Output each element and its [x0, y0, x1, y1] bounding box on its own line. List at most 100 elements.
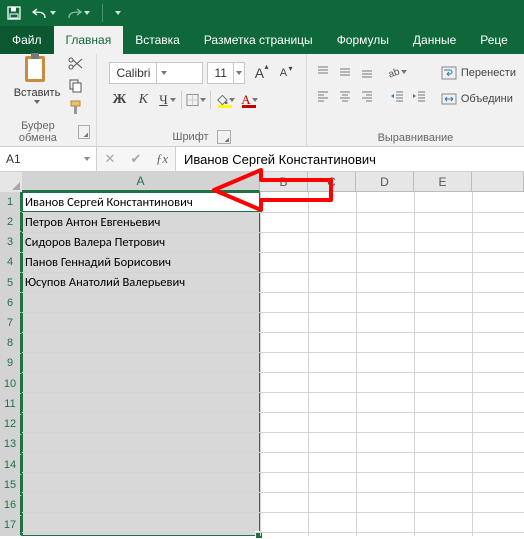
column-header-A[interactable]: A: [22, 172, 260, 192]
align-top-icon: [316, 65, 330, 79]
font-size-combo[interactable]: 11: [207, 62, 245, 84]
chevron-down-icon: [170, 98, 176, 102]
ribbon: Вставить Буфер обмена: [0, 54, 524, 147]
redo-button[interactable]: [66, 6, 90, 20]
row-header-15[interactable]: 15: [0, 475, 22, 495]
group-alignment: ab Перенести Объедини: [307, 54, 524, 146]
chevron-down-icon: [401, 70, 407, 74]
cell-A3[interactable]: Сидоров Валера Петрович: [25, 232, 165, 252]
save-icon: [6, 5, 22, 21]
align-bottom-button[interactable]: [357, 62, 377, 82]
row-header-6[interactable]: 6: [0, 293, 22, 313]
indent-icon: [412, 89, 426, 103]
save-button[interactable]: [6, 5, 22, 21]
svg-text:ab: ab: [387, 66, 400, 79]
qat-separator: [102, 4, 103, 22]
tab-formulas[interactable]: Формулы: [325, 26, 401, 54]
align-middle-button[interactable]: [335, 62, 355, 82]
decrease-font-button[interactable]: A▾: [273, 63, 293, 83]
row-header-12[interactable]: 12: [0, 415, 22, 435]
bold-button[interactable]: Ж: [109, 90, 129, 110]
row-header-4[interactable]: 4: [0, 253, 22, 273]
formula-input[interactable]: [176, 147, 524, 171]
italic-button[interactable]: К: [133, 90, 153, 110]
cut-button[interactable]: [66, 54, 84, 72]
column-header-E[interactable]: E: [414, 172, 472, 192]
cell-A4[interactable]: Панов Геннадий Борисович: [25, 252, 171, 272]
cell-A2[interactable]: Петров Антон Евгеньевич: [25, 212, 160, 232]
chevron-down-icon: [115, 11, 121, 15]
redo-icon: [66, 6, 82, 20]
chevron-down-icon: [200, 98, 206, 102]
undo-icon: [32, 6, 48, 20]
orientation-button[interactable]: ab: [387, 62, 407, 82]
tab-review[interactable]: Реце: [468, 26, 520, 54]
paste-button[interactable]: Вставить: [12, 52, 63, 104]
clipboard-dialog-launcher[interactable]: [78, 125, 90, 139]
row-header-3[interactable]: 3: [0, 232, 22, 252]
qat-customize-button[interactable]: [115, 11, 121, 15]
wrap-text-button[interactable]: Перенести: [439, 64, 518, 82]
group-clipboard: Вставить Буфер обмена: [0, 54, 97, 146]
borders-button[interactable]: [186, 90, 206, 110]
row-header-8[interactable]: 8: [0, 334, 22, 354]
group-alignment-label: Выравнивание: [378, 132, 454, 144]
row-header-13[interactable]: 13: [0, 435, 22, 455]
brush-icon: [68, 100, 83, 115]
font-color-button[interactable]: A: [239, 90, 259, 110]
merge-icon: [441, 91, 457, 107]
row-header-14[interactable]: 14: [0, 455, 22, 475]
chevron-down-icon: [34, 100, 40, 104]
align-right-icon: [360, 89, 374, 103]
row-header-11[interactable]: 11: [0, 394, 22, 414]
column-header-blank[interactable]: [472, 172, 524, 192]
tab-data[interactable]: Данные: [401, 26, 468, 54]
row-header-5[interactable]: 5: [0, 273, 22, 293]
name-box[interactable]: A1: [0, 147, 97, 171]
align-center-button[interactable]: [335, 86, 355, 106]
align-middle-icon: [338, 65, 352, 79]
font-name-combo[interactable]: Calibri: [109, 62, 203, 84]
worksheet: ABCDE 1234567891011121314151617 Иванов С…: [0, 172, 524, 536]
chevron-down-icon: [84, 157, 90, 161]
paste-label: Вставить: [14, 87, 61, 99]
cancel-edit-button: ✕: [97, 147, 123, 171]
row-header-9[interactable]: 9: [0, 354, 22, 374]
row-header-7[interactable]: 7: [0, 313, 22, 333]
copy-button[interactable]: [66, 76, 84, 94]
decrease-indent-button[interactable]: [387, 86, 407, 106]
font-dialog-launcher[interactable]: [217, 130, 231, 144]
column-header-B[interactable]: B: [260, 172, 308, 192]
outdent-icon: [390, 89, 404, 103]
scissors-icon: [68, 56, 83, 71]
increase-indent-button[interactable]: [409, 86, 429, 106]
copy-icon: [68, 78, 83, 93]
tab-page-layout[interactable]: Разметка страницы: [192, 26, 325, 54]
align-right-button[interactable]: [357, 86, 377, 106]
row-header-2[interactable]: 2: [0, 212, 22, 232]
chevron-down-icon: [84, 11, 90, 15]
column-header-D[interactable]: D: [356, 172, 414, 192]
chevron-down-icon: [252, 98, 258, 102]
column-header-C[interactable]: C: [308, 172, 356, 192]
align-center-icon: [338, 89, 352, 103]
align-top-button[interactable]: [313, 62, 333, 82]
cell-A1[interactable]: Иванов Сергей Константинович: [25, 192, 193, 212]
insert-function-button[interactable]: ƒx: [149, 147, 175, 171]
undo-button[interactable]: [32, 6, 56, 20]
align-left-button[interactable]: [313, 86, 333, 106]
fill-color-button[interactable]: [215, 90, 235, 110]
row-header-10[interactable]: 10: [0, 374, 22, 394]
underline-button[interactable]: Ч: [157, 90, 177, 110]
select-all-corner[interactable]: [0, 172, 23, 193]
merge-cells-button[interactable]: Объедини: [439, 90, 518, 108]
increase-font-button[interactable]: A▴: [249, 63, 269, 83]
row-header-1[interactable]: 1: [0, 192, 22, 212]
format-painter-button[interactable]: [66, 98, 84, 116]
group-clipboard-label: Буфер обмена: [6, 120, 70, 144]
tab-insert[interactable]: Вставка: [123, 26, 192, 54]
cell-A5[interactable]: Юсупов Анатолий Валерьевич: [25, 272, 185, 292]
row-header-16[interactable]: 16: [0, 496, 22, 516]
align-bottom-icon: [360, 65, 374, 79]
row-header-17[interactable]: 17: [0, 516, 22, 536]
